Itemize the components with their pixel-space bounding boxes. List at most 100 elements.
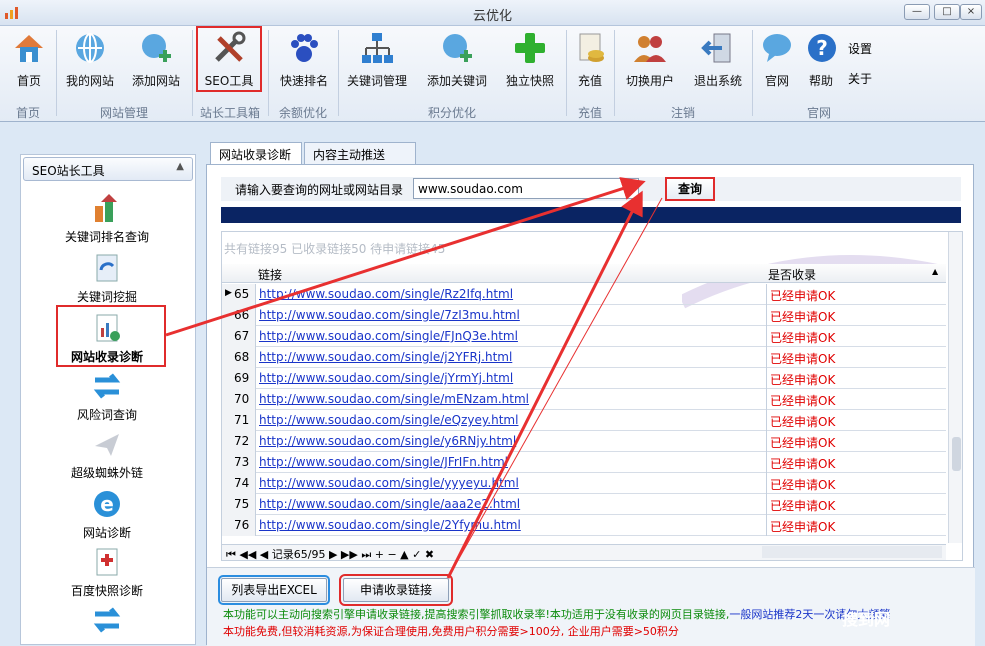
table-row[interactable]: 73 http://www.soudao.com/single/JFrIFn.ht… (222, 452, 946, 473)
svg-text:?: ? (816, 36, 828, 60)
table-row[interactable]: 71 http://www.soudao.com/single/eQzyey.ht… (222, 410, 946, 431)
pager-nav-icons-right[interactable]: ▶ ▶▶ ⏭ + − ▲ ✓ ✖ (325, 548, 434, 560)
sidebar-item-more[interactable] (20, 604, 194, 636)
url-input[interactable]: www.soudao.com (413, 178, 639, 199)
maximize-button[interactable]: □ (934, 4, 960, 20)
sidebar-item-spider-links[interactable]: 超级蜘蛛外链 (20, 428, 194, 481)
index-status: 已经申请OK (766, 368, 946, 389)
ribbon-add-site-button[interactable]: 添加网站 (128, 28, 184, 100)
ribbon-toolbar: 首页 我的网站 添加网站 SEO工具 快速排名 关键词管理 添加关键词 独立快照… (0, 26, 985, 122)
index-status: 已经申请OK (766, 305, 946, 326)
query-bar: 请输入要查询的网址或网站目录 www.soudao.com 查询 (221, 177, 961, 201)
ribbon-website-button[interactable]: 官网 (758, 28, 796, 100)
link-url[interactable]: http://www.soudao.com/single/mENzam.html (259, 392, 529, 406)
ribbon-snapshot-button[interactable]: 独立快照 (500, 28, 560, 100)
title-bar: 云优化 — □ × (0, 0, 985, 26)
sitemap-icon (362, 33, 393, 63)
sidebar-item-risk-words[interactable]: 风险词查询 (20, 370, 194, 423)
seo-tools-highlight (196, 26, 262, 92)
row-number: 71 (222, 410, 256, 431)
grid-summary: 共有链接95 已收录链接50 待申请链接45 (224, 242, 446, 256)
plus-icon (515, 33, 545, 63)
tab-content: 请输入要查询的网址或网站目录 www.soudao.com 查询 共有链接95 … (206, 164, 975, 646)
ribbon-recharge-button[interactable]: 充值 (572, 28, 608, 100)
sidebar-item-snapshot-diagnosis[interactable]: 百度快照诊断 (20, 546, 194, 599)
watermark: 搜到网 (842, 610, 891, 629)
index-status: 已经申请OK (766, 326, 946, 347)
progress-bar (221, 207, 961, 223)
close-button[interactable]: × (960, 4, 982, 20)
table-row[interactable]: 69 http://www.soudao.com/single/jYrmYj.ht… (222, 368, 946, 389)
rank-up-icon (95, 194, 117, 222)
settings-link[interactable]: 设置 (848, 40, 872, 57)
column-link[interactable]: 链接 (258, 266, 282, 283)
link-url[interactable]: http://www.soudao.com/single/JFrIFn.html (259, 455, 508, 469)
about-link[interactable]: 关于 (848, 70, 872, 87)
table-row[interactable]: 75 http://www.soudao.com/single/aaa2e2.ht… (222, 494, 946, 515)
index-status: 已经申请OK (766, 347, 946, 368)
link-url[interactable]: http://www.soudao.com/single/j2YFRj.html (259, 350, 512, 364)
table-row[interactable]: 70 http://www.soudao.com/single/mENzam.ht… (222, 389, 946, 410)
ribbon-exit-button[interactable]: 退出系统 (690, 28, 746, 100)
ribbon-switch-user-button[interactable]: 切换用户 (622, 28, 678, 100)
info-note: 本功能可以主动向搜索引擎申请收录链接,提高搜索引擎抓取收录率!本功适用于没有收录… (223, 608, 891, 621)
vertical-scrollbar[interactable] (948, 232, 962, 543)
table-row[interactable]: 76 http://www.soudao.com/single/2Yfymu.ht… (222, 515, 946, 536)
index-status: 已经申请OK (766, 410, 946, 431)
link-url[interactable]: http://www.soudao.com/single/FJnQ3e.html (259, 329, 518, 343)
group-label-recharge: 充值 (577, 106, 602, 120)
pager-nav-icons[interactable]: ⏮ ◀◀ ◀ (226, 548, 272, 560)
tab-ping-push[interactable]: 内容主动推送ping (304, 142, 416, 177)
sort-asc-icon: ▲ (932, 267, 939, 276)
sidebar-header[interactable]: SEO站长工具 ▲ (23, 157, 193, 181)
row-number: 73 (222, 452, 256, 473)
sidebar-selected-highlight (56, 305, 166, 367)
sidebar-item-site-diagnosis[interactable]: e 网站诊断 (20, 488, 194, 541)
link-url[interactable]: http://www.soudao.com/single/2Yfymu.html (259, 518, 521, 532)
link-url[interactable]: http://www.soudao.com/single/7zI3mu.html (259, 308, 520, 322)
sidebar-item-keyword-rank[interactable]: 关键词排名查询 (20, 192, 194, 245)
tab-index-diagnosis[interactable]: 网站收录诊断 (210, 142, 302, 164)
window-title: 云优化 (472, 9, 512, 24)
table-row[interactable]: 66 http://www.soudao.com/single/7zI3mu.ht… (222, 305, 946, 326)
table-row[interactable]: 65 ▶ http://www.soudao.com/single/Rz2Ifq.h… (222, 284, 946, 305)
ribbon-add-keyword-button[interactable]: 添加关键词 (424, 28, 490, 100)
row-number: 74 (222, 473, 256, 494)
link-url[interactable]: http://www.soudao.com/single/Rz2Ifq.html (259, 287, 513, 301)
link-url[interactable]: http://www.soudao.com/single/yyyeyu.html (259, 476, 519, 490)
group-label-site-manage: 网站管理 (99, 106, 148, 120)
column-indexed[interactable]: 是否收录 (768, 266, 816, 283)
minimize-button[interactable]: — (904, 4, 930, 20)
globe-add-icon (443, 34, 472, 62)
table-row[interactable]: 74 http://www.soudao.com/single/yyyeyu.ht… (222, 473, 946, 494)
link-url[interactable]: http://www.soudao.com/single/y6RNjy.html (259, 434, 516, 448)
globe-add-icon (142, 34, 171, 62)
table-row[interactable]: 67 http://www.soudao.com/single/FJnQ3e.ht… (222, 326, 946, 347)
apply-index-button[interactable]: 申请收录链接 (339, 574, 453, 606)
medical-doc-icon (96, 548, 118, 576)
paw-icon (291, 34, 318, 62)
browser-e-icon: e (94, 491, 120, 517)
sidebar-item-keyword-mining[interactable]: 关键词挖掘 (20, 252, 194, 305)
row-number: 72 (222, 431, 256, 452)
ribbon-fast-rank-button[interactable]: 快速排名 (276, 28, 332, 100)
ribbon-home-button[interactable]: 首页 (8, 28, 50, 100)
chevron-up-icon: ▲ (176, 161, 184, 172)
table-row[interactable]: 68 http://www.soudao.com/single/j2YFRj.ht… (222, 347, 946, 368)
query-label: 请输入要查询的网址或网站目录 (235, 183, 404, 197)
ribbon-keyword-manage-button[interactable]: 关键词管理 (344, 28, 410, 100)
ribbon-help-button[interactable]: ? 帮助 (804, 28, 838, 100)
horizontal-scrollbar[interactable] (762, 546, 942, 558)
ribbon-my-sites-button[interactable]: 我的网站 (62, 28, 118, 100)
plane-icon (95, 434, 119, 456)
link-url[interactable]: http://www.soudao.com/single/eQzyey.html (259, 413, 518, 427)
group-label-website: 官网 (806, 106, 831, 120)
query-button[interactable]: 查询 (665, 177, 715, 201)
swap-arrows-icon (93, 607, 121, 633)
export-excel-button[interactable]: 列表导出EXCEL (218, 575, 330, 605)
table-row[interactable]: 72 http://www.soudao.com/single/y6RNjy.ht… (222, 431, 946, 452)
main-area: 网站收录诊断 内容主动推送ping 请输入要查询的网址或网站目录 www.sou… (206, 142, 975, 646)
row-number: 68 (222, 347, 256, 368)
link-url[interactable]: http://www.soudao.com/single/jYrmYj.html (259, 371, 513, 385)
link-url[interactable]: http://www.soudao.com/single/aaa2e2.html (259, 497, 520, 511)
